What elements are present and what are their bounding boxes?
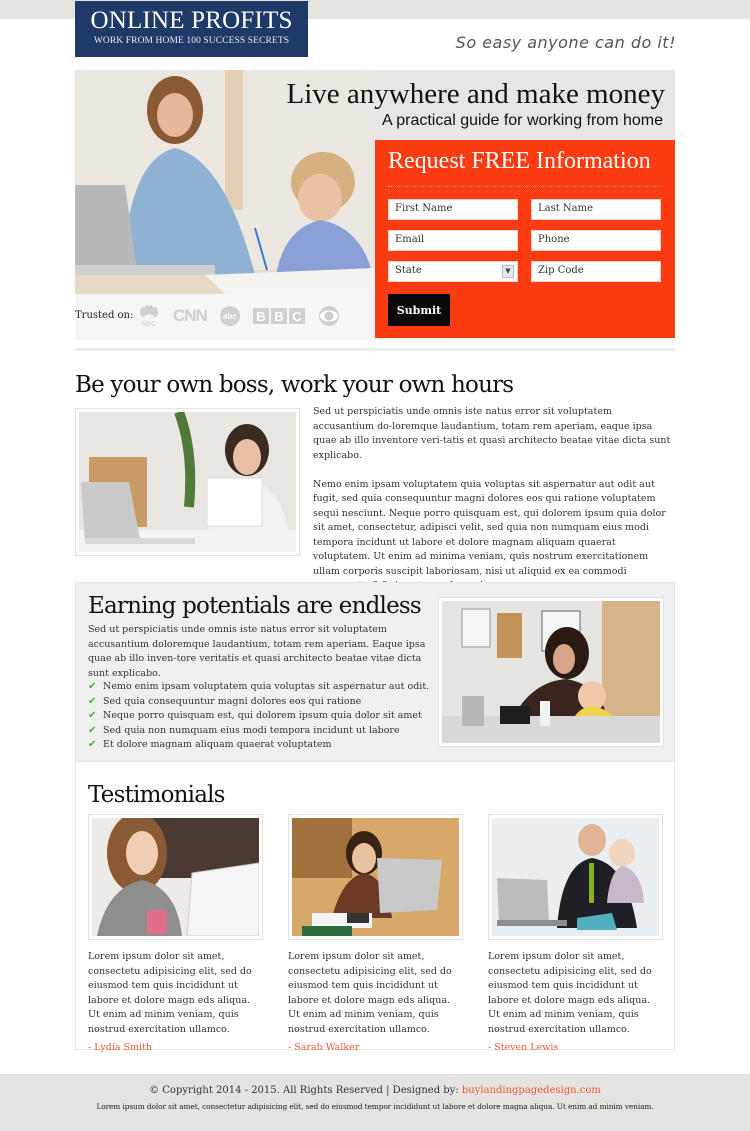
list-item: ✔ Sed quia consequuntur magni dolores eos… [88,695,429,710]
hero-subtitle: A practical guide for working from home [381,112,663,129]
svg-text:NBC: NBC [142,321,157,328]
woman-laptop-illustration [79,412,296,552]
list-item-text: Nemo enim ipsam voluptatem quia voluptas… [103,681,430,692]
trusted-label: Trusted on: [75,310,134,321]
section-boss-paragraph: Sed ut perspiciatis unde omnis iste natu… [313,406,671,461]
state-select-value: State [395,265,422,276]
logo-title: ONLINE PROFITS [90,7,293,34]
check-icon: ✔ [88,739,97,750]
trusted-logos: NBC CNN abc B B C [137,304,341,328]
testimonial-text: Lorem ipsum dolor sit amet, consectetu a… [88,951,252,1035]
testimonial-text: Lorem ipsum dolor sit amet, consectetu a… [488,951,652,1035]
nbc-logo-icon: NBC [137,304,161,328]
check-icon: ✔ [88,695,97,707]
last-name-input[interactable]: Last Name [531,199,661,220]
submit-button[interactable]: Submit [388,294,450,326]
logo-subtitle: WORK FROM HOME 100 SUCCESS SECRETS [93,36,290,46]
svg-text:C: C [292,309,302,324]
section-boss-title: Be your own boss, work your own hours [75,372,514,398]
check-icon: ✔ [88,710,97,721]
svg-text:B: B [256,309,265,324]
footer-disclaimer: Lorem ipsum dolor sit amet, consectetur … [96,1102,654,1111]
woman-mug-illustration [92,818,259,936]
footer: © Copyright 2014 - 2015. All Rights Rese… [0,1074,750,1131]
abc-logo-icon: abc [219,305,241,327]
testimonial-author: - Steven Lewis [488,1042,559,1053]
section-earning-title: Earning potentials are endless [88,593,422,619]
cnn-logo-icon: CNN [173,306,208,325]
chevron-down-icon[interactable]: ▼ [502,265,514,278]
testimonial-card: Lorem ipsum dolor sit amet, consectetu a… [488,814,663,1053]
testimonial-photo [88,814,263,940]
benefit-list: ✔ Nemo enim ipsam voluptatem quia volupta… [88,680,429,753]
testimonial-card: Lorem ipsum dolor sit amet, consectetu a… [88,814,263,1053]
section-divider [75,348,675,351]
man-baby-ironing-illustration [492,818,659,936]
testimonial-author: - Sarah Walker [288,1042,360,1053]
logo[interactable]: ONLINE PROFITS WORK FROM HOME 100 SUCCES… [75,1,308,57]
list-item: ✔ Neque porro quisquam est, qui dolorem i… [88,709,429,724]
bbc-logo-icon: B B C [252,308,305,324]
section-boss-text: Sed ut perspiciatis unde omnis iste natu… [313,405,675,608]
list-item-text: Neque porro quisquam est, qui dolorem ip… [103,710,422,721]
tagline: So easy anyone can do it! [455,33,676,52]
svg-text:abc: abc [223,312,237,321]
list-item: ✔ Sed quia non numquam eius modi tempora … [88,724,429,739]
testimonials-section: Testimonials Lorem ipsum dolor sit amet,… [75,762,675,1053]
list-item-text: Sed quia non numquam eius modi tempora i… [103,724,400,736]
phone-input[interactable]: Phone [531,230,661,251]
mother-baby-office-photo [438,597,664,747]
section-earning: Earning potentials are endless Sed ut pe… [75,582,675,762]
section-boss-paragraph: Nemo enim ipsam voluptatem quia voluptas… [313,478,666,592]
cbs-eye-logo-icon [317,305,341,327]
woman-calculator-illustration [292,818,459,936]
zip-code-input[interactable]: Zip Code [531,261,661,282]
svg-text:B: B [274,309,283,324]
request-info-form: Request FREE Information First Name Last… [375,140,675,338]
section-earning-text: Sed ut perspiciatis unde omnis iste natu… [88,624,426,679]
testimonial-text: Lorem ipsum dolor sit amet, consectetu a… [288,951,452,1035]
footer-copyright: © Copyright 2014 - 2015. All Rights Rese… [0,1085,750,1096]
testimonial-photo [288,814,463,940]
form-title: Request FREE Information [388,148,651,174]
email-input[interactable]: Email [388,230,518,251]
check-icon: ✔ [88,681,97,692]
first-name-input[interactable]: First Name [388,199,518,220]
form-divider [388,186,662,187]
copyright-text: © Copyright 2014 - 2015. All Rights Rese… [149,1085,462,1096]
list-item: ✔ Et dolore magnam aliquam quaerat volupt… [88,738,429,753]
testimonial-photo [488,814,663,940]
state-select[interactable]: State ▼ [388,261,518,282]
testimonials-title: Testimonials [88,782,225,808]
testimonial-card: Lorem ipsum dolor sit amet, consectetu a… [288,814,463,1053]
check-icon: ✔ [88,724,97,736]
list-item: ✔ Nemo enim ipsam voluptatem quia volupta… [88,680,429,695]
woman-laptop-photo [75,408,300,556]
mother-baby-office-illustration [442,601,660,743]
designer-link[interactable]: buylandingpagedesign.com [462,1085,601,1096]
testimonial-author: - Lydia Smith [88,1042,153,1053]
hero-title: Live anywhere and make money [286,78,665,110]
list-item-text: Et dolore magnam aliquam quaerat volupta… [103,739,332,750]
list-item-text: Sed quia consequuntur magni dolores eos … [103,695,362,707]
